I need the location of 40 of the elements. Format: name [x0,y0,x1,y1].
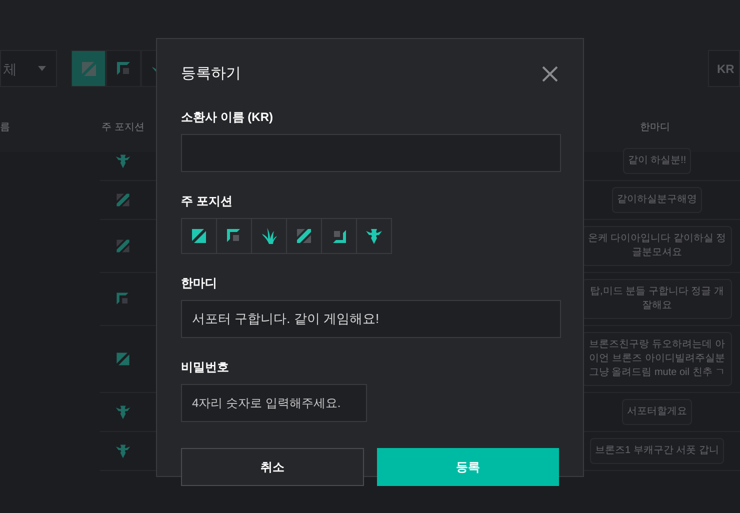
filter-dropdown[interactable]: 체 [0,50,57,87]
comment-bubble: 같이하실분구해영 [612,187,702,213]
position-toggle[interactable] [106,50,141,87]
password-field[interactable]: 4자리 숫자로 입력해주세요. [181,384,367,422]
jungle-position-icon [259,226,279,246]
close-icon [542,66,558,82]
position-option[interactable] [181,218,217,254]
column-header: 름 [0,121,11,135]
all-position-icon [114,350,132,368]
field-label: 한마디 [181,274,218,292]
text-field[interactable]: 서포터 구합니다. 같이 게임해요! [181,300,561,338]
position-toggle[interactable] [71,50,106,87]
field-label: 소환사 이름 (KR) [181,108,274,126]
comment-bubble: 같이 하실분!! [622,148,692,174]
caret-icon [38,66,46,71]
mid-position-icon [114,191,132,209]
text-field[interactable] [181,134,561,172]
field-label: 비밀번호 [181,358,230,376]
position-option[interactable] [216,218,252,254]
dialog-title: 등록하기 [181,64,241,84]
position-option[interactable] [251,218,287,254]
position-option[interactable] [356,218,392,254]
support-position-icon [114,152,132,170]
comment-bubble: 브론즈친구랑 듀오하려는데 아이언 브론즈 아이디빌려주실분 그냥 올려드림 mute oil 친추 ㄱ [582,332,732,386]
close-button[interactable] [541,65,559,84]
column-header: 주 포지션 [100,121,146,135]
comment-bubble: 온케 다이아입니다 같이하실 정글분모셔요 [582,226,732,266]
field-label: 주 포지션 [181,192,234,210]
region-button[interactable]: KR [708,50,740,87]
comment-bubble: 브론즈1 부캐구간 서폿 갑니 [590,438,724,464]
cancel-button[interactable]: 취소 [181,448,364,486]
position-option[interactable] [286,218,322,254]
mid-position-icon [114,237,132,255]
support-position-icon [114,403,132,421]
column-header: 한마디 [639,121,671,135]
support-position-icon [114,442,132,460]
comment-bubble: 서포터할게요 [622,399,692,425]
comment-bubble: 탑,미드 분들 구합니다 정글 개잘해요 [582,279,732,319]
position-option[interactable] [321,218,357,254]
submit-button[interactable]: 등록 [377,448,559,486]
